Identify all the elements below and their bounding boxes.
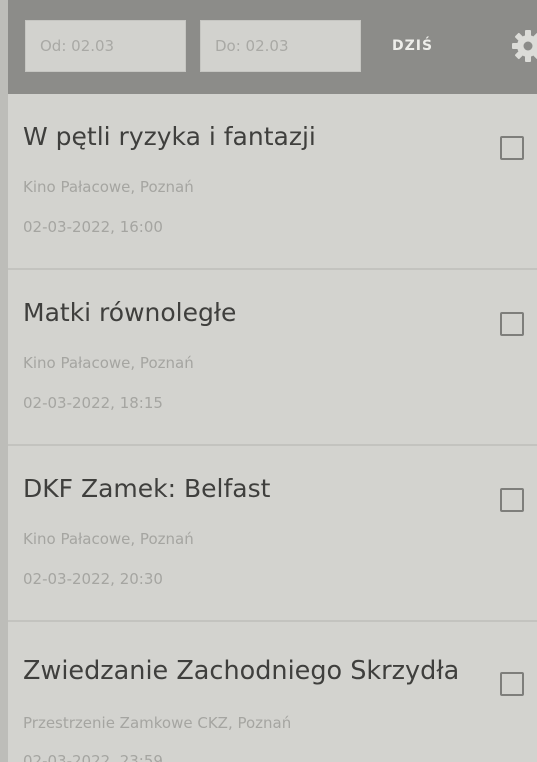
event-title: W pętli ryzyka i fantazji	[23, 122, 316, 151]
toolbar: Od: 02.03 Do: 02.03 DZIŚ	[8, 0, 537, 94]
event-list: W pętli ryzyka i fantazji Kino Pałacowe,…	[8, 94, 537, 762]
date-from-field[interactable]: Od: 02.03	[25, 20, 186, 72]
screen-edge	[0, 0, 8, 762]
favorite-checkbox[interactable]	[500, 672, 524, 696]
event-venue: Kino Pałacowe, Poznań	[23, 354, 194, 372]
app-screen: Od: 02.03 Do: 02.03 DZIŚ W pętli ryzyka …	[8, 0, 537, 762]
event-datetime: 02-03-2022, 18:15	[23, 394, 163, 412]
event-title: Zwiedzanie Zachodniego Skrzydła	[23, 656, 460, 686]
favorite-checkbox[interactable]	[500, 136, 524, 160]
list-item[interactable]: Zwiedzanie Zachodniego Skrzydła Przestrz…	[8, 622, 537, 762]
date-to-field[interactable]: Do: 02.03	[200, 20, 361, 72]
event-datetime: 02-03-2022, 23:59	[23, 752, 163, 762]
event-datetime: 02-03-2022, 20:30	[23, 570, 163, 588]
list-item[interactable]: W pętli ryzyka i fantazji Kino Pałacowe,…	[8, 94, 537, 270]
event-datetime: 02-03-2022, 16:00	[23, 218, 163, 236]
list-item[interactable]: Matki równoległe Kino Pałacowe, Poznań 0…	[8, 270, 537, 446]
event-title: DKF Zamek: Belfast	[23, 474, 271, 503]
list-item[interactable]: DKF Zamek: Belfast Kino Pałacowe, Poznań…	[8, 446, 537, 622]
event-venue: Przestrzenie Zamkowe CKZ, Poznań	[23, 714, 292, 732]
gear-icon[interactable]	[508, 26, 537, 66]
today-button[interactable]: DZIŚ	[392, 34, 462, 58]
event-venue: Kino Pałacowe, Poznań	[23, 530, 194, 548]
event-title: Matki równoległe	[23, 298, 237, 327]
favorite-checkbox[interactable]	[500, 488, 524, 512]
event-venue: Kino Pałacowe, Poznań	[23, 178, 194, 196]
favorite-checkbox[interactable]	[500, 312, 524, 336]
